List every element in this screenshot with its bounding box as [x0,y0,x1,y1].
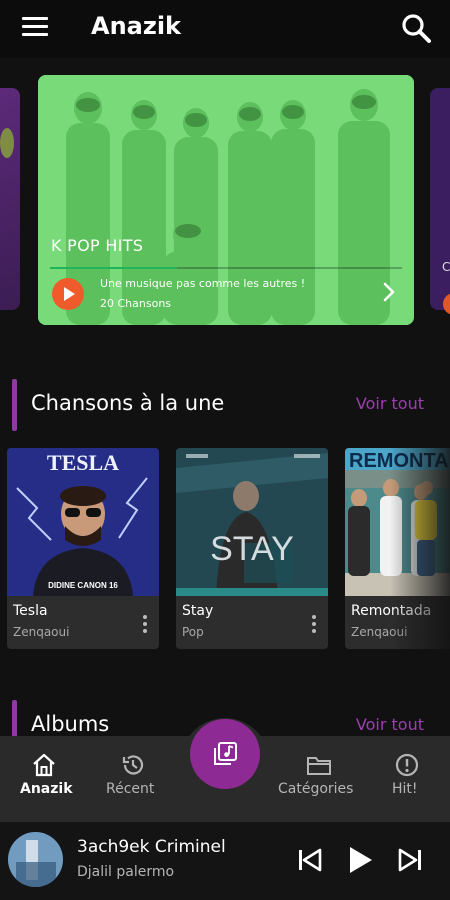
svg-text:REMONTA: REMONTA [349,450,449,472]
song-artist: Zenqaoui [351,625,408,639]
nav-item-hits[interactable]: Hit! [380,736,432,822]
app-bar: Anazik [0,0,450,58]
menu-icon[interactable] [22,17,48,39]
chevron-right-icon[interactable] [378,281,400,303]
song-cover-image: TESLA DIDINE CANON 16 [7,448,159,596]
nav-label: Hit! [392,781,418,797]
song-card[interactable]: TESLA DIDINE CANON 16 Tesla Zenqaoui [7,448,159,649]
nav-label: Récent [106,781,155,797]
app-title: Anazik [91,12,182,40]
history-icon [122,755,144,775]
trending-section-header: Chansons à la une Voir tout [0,379,450,431]
nav-label: Catégories [278,781,354,797]
skip-next-icon[interactable] [394,844,426,876]
section-title: Albums [31,712,110,736]
featured-title: K POP HITS [51,236,144,255]
now-playing-artist: Djalil palermo [77,864,175,880]
nav-item-categories[interactable]: Catégories [271,736,367,822]
song-cover-image: STAY [176,448,328,596]
skip-previous-icon[interactable] [294,844,326,876]
nav-label: Anazik [20,781,73,797]
nav-item-home[interactable]: Anazik [0,736,88,822]
song-title: Stay [182,603,214,619]
music-library-icon [214,742,237,765]
song-card[interactable]: REMONTA Remontada Zenqaoui [345,448,450,649]
song-cover-image: REMONTA [345,448,450,596]
alert-circle-icon [395,753,419,777]
now-playing-title: 3ach9ek Criminel [77,837,226,857]
featured-song-count: 20 Chansons [100,297,172,310]
now-playing-bar[interactable]: 3ach9ek Criminel Djalil palermo [0,822,450,900]
song-artist: Pop [182,625,204,639]
play-icon[interactable] [344,844,376,876]
song-title: Remontada [351,603,432,619]
home-icon [33,753,55,777]
svg-text:DIDINE CANON 16: DIDINE CANON 16 [48,581,118,590]
featured-progress-track [50,267,402,269]
svg-text:STAY: STAY [210,530,294,568]
library-fab-button[interactable] [190,719,260,789]
featured-progress-fill [50,267,177,269]
nav-item-recent[interactable]: Récent [94,736,174,822]
carousel-next-card[interactable]: C [430,88,450,315]
featured-carousel[interactable]: C K POP HITS Une musique pas comme les a… [0,58,450,358]
section-title: Chansons à la une [31,391,225,415]
song-title: Tesla [13,603,48,619]
folder-icon [307,757,331,775]
song-card[interactable]: STAY Stay Pop [176,448,328,649]
see-all-link[interactable]: Voir tout [356,394,424,413]
carousel-prev-card[interactable] [0,88,20,310]
svg-text:TESLA: TESLA [47,450,119,475]
see-all-link[interactable]: Voir tout [356,715,424,734]
play-icon[interactable] [52,278,84,310]
song-artist: Zenqaoui [13,625,70,639]
featured-subtitle: Une musique pas comme les autres ! [100,277,306,290]
more-vertical-icon[interactable] [312,615,316,633]
search-icon[interactable] [400,12,432,44]
featured-playlist-card[interactable]: K POP HITS Une musique pas comme les aut… [38,75,414,325]
more-vertical-icon[interactable] [143,615,147,633]
trending-songs-list[interactable]: TESLA DIDINE CANON 16 Tesla Zenqaoui STA… [0,448,450,650]
now-playing-artwork [8,832,63,887]
